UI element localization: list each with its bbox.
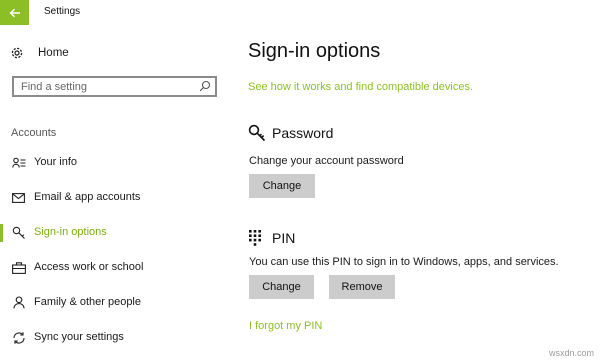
sidebar-item-family[interactable]: Family & other people xyxy=(0,292,240,314)
person-icon xyxy=(11,295,26,310)
search-input[interactable] xyxy=(21,80,191,94)
sidebar-item-label: Family & other people xyxy=(34,296,141,308)
title-bar: Settings xyxy=(0,0,600,25)
pin-description: You can use this PIN to sign in to Windo… xyxy=(249,256,559,268)
password-heading: Password xyxy=(248,124,333,142)
person-list-icon xyxy=(11,155,26,170)
watermark: wsxdn.com xyxy=(548,348,594,358)
change-pin-button[interactable]: Change xyxy=(249,275,314,299)
key-icon xyxy=(248,124,266,142)
back-button[interactable] xyxy=(0,0,29,25)
search-icon[interactable] xyxy=(199,80,211,92)
active-indicator xyxy=(0,224,3,242)
compatible-devices-link[interactable]: See how it works and find compatible dev… xyxy=(248,81,473,93)
sidebar-item-label: Email & app accounts xyxy=(34,191,141,203)
sidebar-item-email-accounts[interactable]: Email & app accounts xyxy=(0,187,240,209)
back-arrow-icon xyxy=(8,8,20,17)
key-icon xyxy=(11,225,26,240)
change-password-button[interactable]: Change xyxy=(249,174,315,198)
sidebar-home[interactable]: Home xyxy=(10,43,69,63)
pin-heading: PIN xyxy=(248,229,295,246)
sidebar-section-label: Accounts xyxy=(11,127,57,139)
password-description: Change your account password xyxy=(249,155,404,167)
search-box xyxy=(12,76,217,97)
sidebar-item-access-work[interactable]: Access work or school xyxy=(0,257,240,279)
remove-pin-button[interactable]: Remove xyxy=(329,275,395,299)
keypad-icon xyxy=(249,230,261,246)
sidebar-item-label: Sign-in options xyxy=(34,226,107,238)
sidebar-item-sign-in-options[interactable]: Sign-in options xyxy=(0,222,240,244)
sidebar-home-label: Home xyxy=(38,47,69,59)
sidebar-item-sync[interactable]: Sync your settings xyxy=(0,327,240,349)
forgot-pin-link[interactable]: I forgot my PIN xyxy=(249,320,322,332)
gear-icon xyxy=(11,47,23,59)
app-title: Settings xyxy=(44,6,81,17)
page-title: Sign-in options xyxy=(248,40,381,62)
password-heading-label: Password xyxy=(272,125,334,141)
sync-icon xyxy=(11,330,26,345)
sidebar-item-label: Access work or school xyxy=(34,261,144,273)
sidebar-item-your-info[interactable]: Your info xyxy=(0,152,240,174)
sidebar-item-label: Your info xyxy=(34,156,78,168)
sidebar-item-label: Sync your settings xyxy=(34,331,124,343)
mail-icon xyxy=(11,190,26,205)
briefcase-icon xyxy=(11,260,26,275)
pin-heading-label: PIN xyxy=(272,229,296,246)
